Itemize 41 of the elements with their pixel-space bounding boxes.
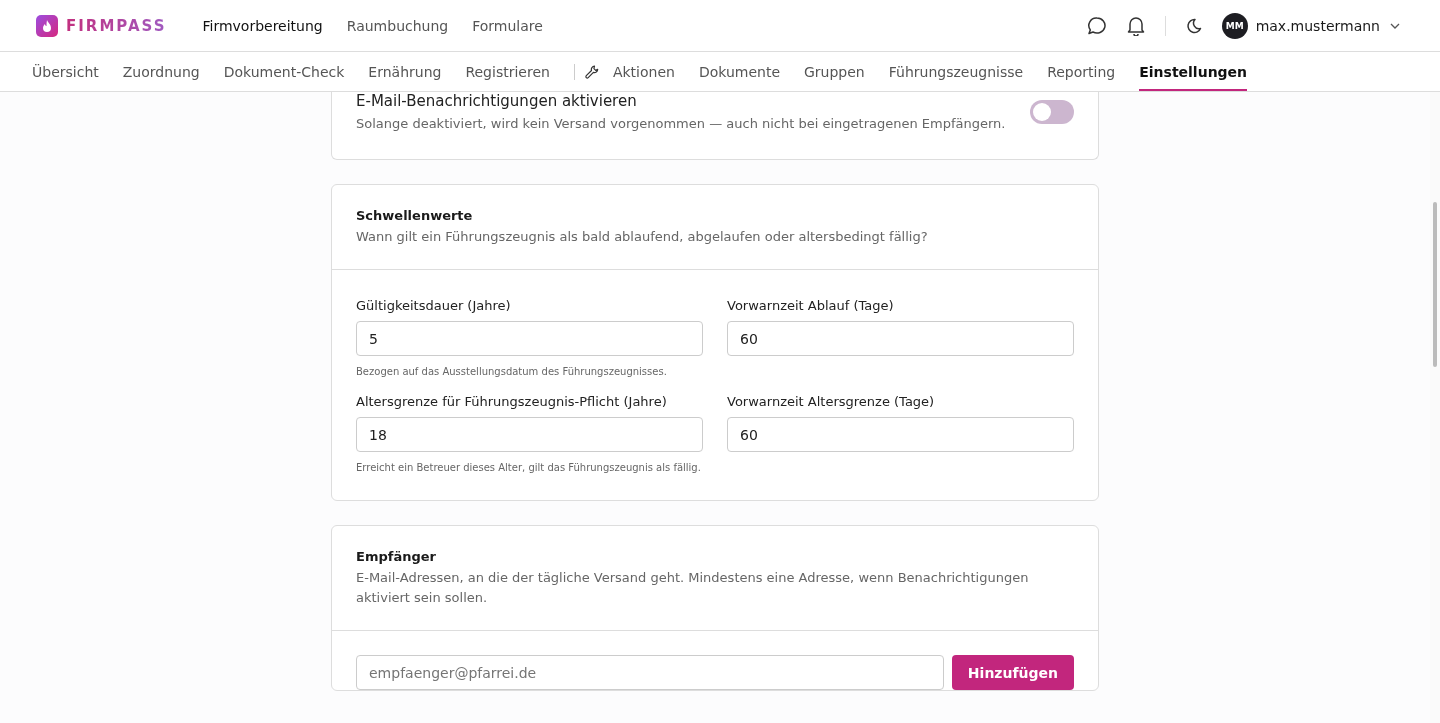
bell-icon[interactable] [1126, 15, 1145, 36]
subnav-tab[interactable]: Übersicht [32, 52, 99, 91]
subnav-tab[interactable]: Führungszeugnisse [888, 52, 1024, 91]
user-avatar[interactable]: MM [1221, 12, 1248, 39]
email-field[interactable]: empfaenger@pfarrei.de [356, 655, 944, 690]
field-label: Vorwarnzeit Altersgrenze (Tage) [727, 394, 936, 409]
field-label: Vorwarnzeit Ablauf (Tage) [727, 298, 895, 313]
subnav-tab[interactable]: Reporting [1047, 52, 1116, 91]
nav-link[interactable]: Formulare [472, 17, 543, 34]
subnav-tab[interactable]: Zuordnung [122, 52, 200, 91]
flame-logo-icon [36, 14, 58, 37]
chevron-down-icon[interactable] [1390, 22, 1400, 29]
subnav-tab[interactable]: Gruppen [804, 52, 865, 91]
subnav-tab[interactable]: Dokumente [698, 52, 780, 91]
nav-link[interactable]: Raumbuchung [346, 17, 449, 34]
moon-icon[interactable] [1185, 17, 1202, 34]
number-field[interactable]: 60 [727, 417, 1074, 452]
number-field[interactable]: 18 [356, 417, 703, 452]
add-button[interactable]: Hinzufügen [951, 655, 1074, 690]
toggle-switch[interactable] [1030, 100, 1074, 124]
subnav-tab[interactable]: Dokument-Check [223, 52, 345, 91]
number-field[interactable]: 60 [727, 321, 1074, 356]
setting-title: E-Mail-Benachrichtigungen aktivieren [356, 92, 638, 110]
subnav-tab[interactable]: Registrieren [465, 52, 550, 91]
user-name[interactable]: max.mustermann [1255, 17, 1380, 34]
number-field[interactable]: 5 [356, 321, 703, 356]
section-description: Wann gilt ein Führungszeugnis als bald ablaufend, abgelaufen oder altersbedingt fällig? [356, 228, 929, 246]
setting-description: Solange deaktiviert, wird kein Versand vorgenommen — auch nicht bei eingetragenen Empfängern. [356, 115, 1006, 133]
nav-link[interactable]: Firmvorbereitung [202, 17, 323, 34]
section-title: Empfänger [356, 549, 437, 564]
subnav-tab[interactable]: Ernährung [368, 52, 442, 91]
field-label: Altersgrenze für Führungszeugnis-Pflicht (Jahre) [356, 394, 668, 409]
field-label: Gültigkeitsdauer (Jahre) [356, 298, 512, 313]
subnav-tab[interactable]: Aktionen [612, 52, 675, 91]
section-title: Schwellenwerte [356, 208, 474, 223]
field-hint: Erreicht ein Betreuer dieses Alter, gilt das Führungszeugnis als fällig. [356, 461, 702, 475]
field-hint: Bezogen auf das Ausstellungsdatum des Führungszeugnisses. [356, 365, 668, 379]
section-description: E-Mail-Adressen, an die der tägliche Versand geht. Mindestens eine Adresse, wenn Benachrichtigungen aktiviert sein sollen. [356, 569, 1030, 607]
wrench-icon [584, 64, 599, 79]
subnav-tab[interactable]: Einstellungen [1139, 52, 1248, 91]
chat-bubble-icon[interactable] [1086, 15, 1107, 36]
